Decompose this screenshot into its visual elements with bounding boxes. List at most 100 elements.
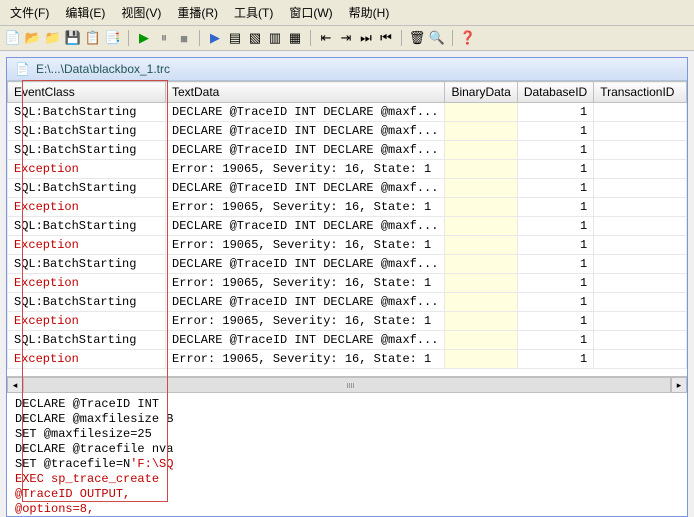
cell-binary [445,331,517,350]
table-row[interactable]: ExceptionError: 19065, Severity: 16, Sta… [8,236,687,255]
cell-tx [594,141,687,160]
cell-tx [594,122,687,141]
cell-tx [594,350,687,369]
template-icon[interactable]: 📑 [104,29,122,47]
jump4-icon[interactable]: ⏮ [377,29,395,47]
menu-replay[interactable]: 重播(R) [171,2,224,23]
cell-dbid: 1 [517,122,593,141]
cell-event: Exception [8,198,166,217]
play-icon[interactable]: ▶ [206,29,224,47]
table-row[interactable]: SQL:BatchStartingDECLARE @TraceID INT DE… [8,255,687,274]
jump3-icon[interactable]: ⏭ [357,29,375,47]
cell-event: SQL:BatchStarting [8,141,166,160]
cell-binary [445,103,517,122]
cell-event: SQL:BatchStarting [8,103,166,122]
cell-dbid: 1 [517,312,593,331]
grid2-icon[interactable]: ▧ [246,29,264,47]
table-row[interactable]: ExceptionError: 19065, Severity: 16, Sta… [8,274,687,293]
cell-event: SQL:BatchStarting [8,293,166,312]
table-row[interactable]: SQL:BatchStartingDECLARE @TraceID INT DE… [8,293,687,312]
table-row[interactable]: ExceptionError: 19065, Severity: 16, Sta… [8,350,687,369]
scroll-left-icon[interactable]: ◂ [7,377,23,393]
table-row[interactable]: SQL:BatchStartingDECLARE @TraceID INT DE… [8,179,687,198]
cell-tx [594,179,687,198]
grid1-icon[interactable]: ▤ [226,29,244,47]
horizontal-scrollbar[interactable]: ◂ ▸ [7,376,687,392]
grid4-icon[interactable]: ▦ [286,29,304,47]
menu-view[interactable]: 视图(V) [115,2,167,23]
save-icon[interactable]: 💾 [64,29,82,47]
menu-help[interactable]: 帮助(H) [343,2,396,23]
cell-binary [445,274,517,293]
table-row[interactable]: ExceptionError: 19065, Severity: 16, Sta… [8,312,687,331]
menu-file[interactable]: 文件(F) [4,2,55,23]
table-row[interactable]: SQL:BatchStartingDECLARE @TraceID INT DE… [8,217,687,236]
cell-tx [594,103,687,122]
cell-event: SQL:BatchStarting [8,331,166,350]
jump2-icon[interactable]: ⇥ [337,29,355,47]
cell-text: DECLARE @TraceID INT DECLARE @maxf... [166,217,445,236]
table-row[interactable]: SQL:BatchStartingDECLARE @TraceID INT DE… [8,122,687,141]
col-eventclass[interactable]: EventClass [8,82,166,103]
cell-event: Exception [8,160,166,179]
cell-text: Error: 19065, Severity: 16, State: 1 [166,236,445,255]
scroll-thumb[interactable] [23,377,671,393]
stop-icon[interactable]: ■ [175,29,193,47]
cell-binary [445,236,517,255]
cell-dbid: 1 [517,293,593,312]
cell-dbid: 1 [517,179,593,198]
grid3-icon[interactable]: ▥ [266,29,284,47]
document-window: 📄 E:\...\Data\blackbox_1.trc EventClass … [6,57,688,517]
run-icon[interactable]: ▶ [135,29,153,47]
find-icon[interactable]: 🔍 [428,29,446,47]
cell-text: DECLARE @TraceID INT DECLARE @maxf... [166,331,445,350]
help-icon[interactable]: ❓ [459,29,477,47]
filter-icon[interactable]: 🗑 [408,29,426,47]
cell-text: Error: 19065, Severity: 16, State: 1 [166,312,445,331]
cell-tx [594,274,687,293]
col-databaseid[interactable]: DatabaseID [517,82,593,103]
table-row[interactable]: SQL:BatchStartingDECLARE @TraceID INT DE… [8,331,687,350]
cell-dbid: 1 [517,217,593,236]
cell-event: SQL:BatchStarting [8,122,166,141]
pause-icon[interactable]: ⏸ [155,29,173,47]
folder-icon[interactable]: 📁 [44,29,62,47]
props-icon[interactable]: 📋 [84,29,102,47]
menu-tools[interactable]: 工具(T) [228,2,279,23]
cell-text: Error: 19065, Severity: 16, State: 1 [166,350,445,369]
table-row[interactable]: SQL:BatchStartingDECLARE @TraceID INT DE… [8,141,687,160]
cell-dbid: 1 [517,350,593,369]
cell-tx [594,217,687,236]
cell-tx [594,293,687,312]
trace-grid-wrapper[interactable]: EventClass TextData BinaryData DatabaseI… [7,81,687,376]
col-binarydata[interactable]: BinaryData [445,82,517,103]
scroll-right-icon[interactable]: ▸ [671,377,687,393]
table-row[interactable]: ExceptionError: 19065, Severity: 16, Sta… [8,198,687,217]
cell-binary [445,255,517,274]
menu-window[interactable]: 窗口(W) [283,2,338,23]
table-row[interactable]: ExceptionError: 19065, Severity: 16, Sta… [8,160,687,179]
table-row[interactable]: SQL:BatchStartingDECLARE @TraceID INT DE… [8,103,687,122]
cell-dbid: 1 [517,141,593,160]
col-transactionid[interactable]: TransactionID [594,82,687,103]
cell-event: Exception [8,350,166,369]
cell-tx [594,312,687,331]
file-icon: 📄 [15,62,30,76]
detail-pane[interactable]: DECLARE @TraceID INT DECLARE @maxfilesiz… [7,392,687,516]
document-title: E:\...\Data\blackbox_1.trc [36,62,170,76]
cell-tx [594,331,687,350]
cell-binary [445,141,517,160]
menu-edit[interactable]: 编辑(E) [59,2,111,23]
cell-event: Exception [8,312,166,331]
separator [310,30,311,46]
toolbar: 📄 📂 📁 💾 📋 📑 ▶ ⏸ ■ ▶ ▤ ▧ ▥ ▦ ⇤ ⇥ ⏭ ⏮ 🗑 🔍 … [0,26,694,51]
cell-event: SQL:BatchStarting [8,179,166,198]
open-icon[interactable]: 📂 [24,29,42,47]
new-icon[interactable]: 📄 [4,29,22,47]
cell-dbid: 1 [517,160,593,179]
cell-binary [445,350,517,369]
jump1-icon[interactable]: ⇤ [317,29,335,47]
col-textdata[interactable]: TextData [166,82,445,103]
cell-text: DECLARE @TraceID INT DECLARE @maxf... [166,141,445,160]
document-header[interactable]: 📄 E:\...\Data\blackbox_1.trc [7,58,687,81]
